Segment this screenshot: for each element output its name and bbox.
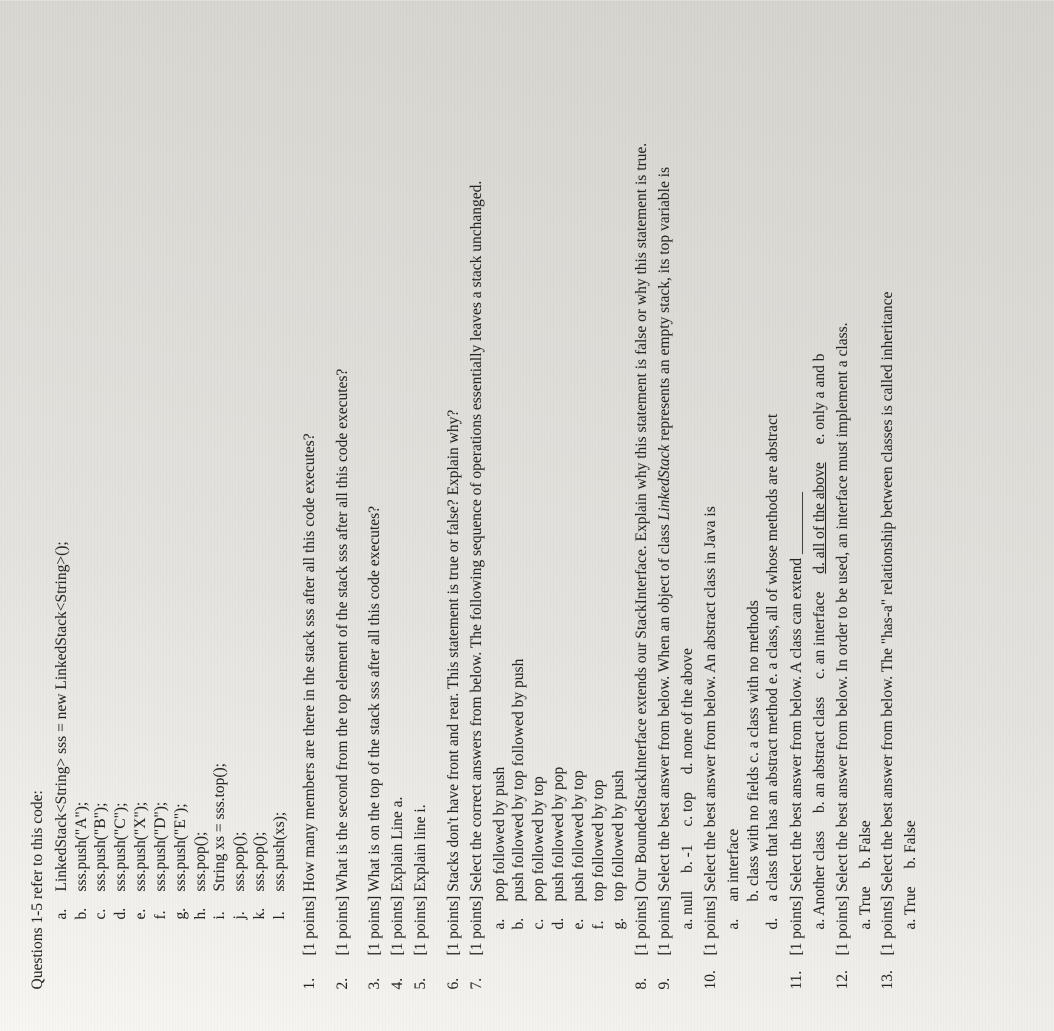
code-line: b.sss.push("A"); [72, 36, 92, 919]
option: a.pop followed by push [490, 36, 510, 929]
question-5: 5. [1 points] Explain line i. [411, 36, 431, 989]
intro-text: Questions 1-5 refer to this code: [28, 36, 48, 989]
question-list-2: 8. [1 points] Our BoundedStackInterface … [632, 36, 675, 989]
question-1: 1. [1 points] How many members are there… [300, 36, 320, 989]
option: f.top followed by top [589, 36, 609, 929]
option: d.push followed by pop [549, 36, 569, 929]
question-list-4: 11. [1 points] Select the best answer fr… [787, 36, 807, 989]
question-6: 6. [1 points] Stacks don't have front an… [444, 36, 464, 989]
question-2: 2. [1 points] What is the second from th… [333, 36, 353, 989]
question-8: 8. [1 points] Our BoundedStackInterface … [632, 36, 652, 989]
question-3: 3. [1 points] What is on the top of the … [365, 36, 385, 989]
question-4: 4. [1 points] Explain Line a. [388, 36, 408, 989]
code-block: a.LinkedStack<String> sss = new LinkedSt… [52, 36, 290, 919]
q13-options: a. True b. False [901, 36, 921, 929]
code-line: i.String xs = sss.top(); [210, 36, 230, 919]
code-line: e.sss.push("X"); [131, 36, 151, 919]
option: b. class with no fields c. a class with … [744, 36, 764, 929]
option: a.an interface [724, 36, 744, 929]
code-line: h.sss.pop(); [191, 36, 211, 919]
code-line: g.sss.push("E"); [171, 36, 191, 919]
option: e.push followed by top [569, 36, 589, 929]
question-list-3: 10. [1 points] Select the best answer fr… [701, 36, 721, 989]
code-line: d.sss.push("C"); [111, 36, 131, 919]
code-line: c.sss.push("B"); [91, 36, 111, 919]
question-10: 10. [1 points] Select the best answer fr… [701, 36, 721, 989]
code-line: k.sss.pop(); [250, 36, 270, 919]
q7-options: a.pop followed by push b.push followed b… [490, 36, 629, 929]
q11-options: a. Another class b. an abstract class c.… [810, 36, 830, 929]
q9-options: a. null b. -1 c. top d. none of the abov… [678, 36, 698, 929]
q12-options: a. True b. False [856, 36, 876, 929]
question-list: 1. [1 points] How many members are there… [300, 36, 487, 989]
question-9: 9. [1 points] Select the best answer fro… [655, 36, 675, 989]
option: d.a class that has an abstract method e.… [763, 36, 783, 929]
question-list-5: 12. [1 points] Select the best answer fr… [833, 36, 853, 989]
scanned-page: Questions 1-5 refer to this code: a.Link… [0, 0, 1054, 1031]
question-list-6: 13. [1 points] Select the best answer fr… [878, 36, 898, 989]
q10-options: a.an interface b. class with no fields c… [724, 36, 783, 929]
code-line: a.LinkedStack<String> sss = new LinkedSt… [52, 36, 72, 919]
question-12: 12. [1 points] Select the best answer fr… [833, 36, 853, 989]
option: c.pop followed by top [529, 36, 549, 929]
question-7: 7. [1 points] Select the correct answers… [467, 36, 487, 989]
code-line: l.sss.push(xs); [270, 36, 290, 919]
code-line: j.sss.pop(); [230, 36, 250, 919]
question-11: 11. [1 points] Select the best answer fr… [787, 36, 807, 989]
option: b.push followed by top followed by push [509, 36, 529, 929]
option: g.top followed by push [609, 36, 629, 929]
code-line: f.sss.push("D"); [151, 36, 171, 919]
question-13: 13. [1 points] Select the best answer fr… [878, 36, 898, 989]
